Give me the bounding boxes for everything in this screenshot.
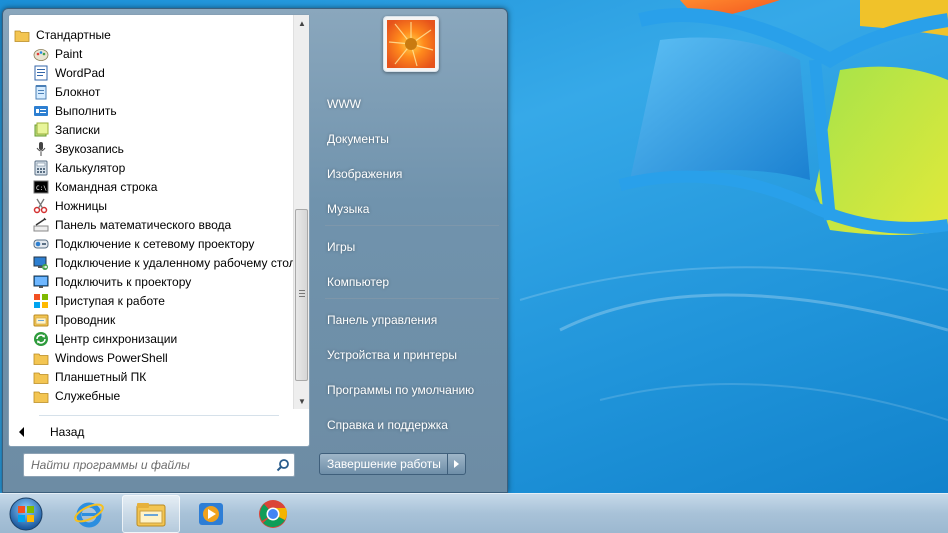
divider xyxy=(325,298,499,299)
program-item[interactable]: Подключить к проектору xyxy=(9,272,295,291)
program-item[interactable]: Блокнот xyxy=(9,82,295,101)
program-item[interactable]: Ножницы xyxy=(9,196,295,215)
shutdown-group: Завершение работы xyxy=(319,453,466,475)
start-orb-icon[interactable] xyxy=(4,494,48,533)
start-menu-link[interactable]: Справка и поддержка xyxy=(319,412,505,438)
internet-explorer-icon[interactable] xyxy=(60,495,118,533)
program-item[interactable]: Калькулятор xyxy=(9,158,295,177)
taskbar xyxy=(0,493,948,533)
media-player-icon[interactable] xyxy=(182,495,240,533)
program-label: Проводник xyxy=(55,312,116,327)
program-item[interactable]: Проводник xyxy=(9,310,295,329)
program-label: Служебные xyxy=(55,388,121,403)
program-item[interactable]: Служебные xyxy=(9,386,295,405)
program-label: Подключить к проектору xyxy=(55,274,192,289)
command-prompt-icon: C:\ xyxy=(33,179,49,195)
folder-icon xyxy=(14,27,30,43)
program-label: Выполнить xyxy=(55,103,117,118)
program-item[interactable]: Панель математического ввода xyxy=(9,215,295,234)
back-label: Назад xyxy=(50,425,85,439)
program-item[interactable]: Подключение к удаленному рабочему столу xyxy=(9,253,295,272)
program-item[interactable]: Стандартные xyxy=(9,25,295,44)
sticky-notes-icon xyxy=(33,122,49,138)
program-label: Windows PowerShell xyxy=(55,350,168,365)
scroll-down-arrow-icon[interactable]: ▼ xyxy=(294,393,310,409)
start-menu-link[interactable]: Устройства и принтеры xyxy=(319,342,505,368)
program-label: Калькулятор xyxy=(55,160,126,175)
start-menu-link[interactable]: Музыка xyxy=(319,196,505,222)
program-label: Записки xyxy=(55,122,101,137)
explorer-icon xyxy=(33,312,49,328)
program-item[interactable]: Подключение к сетевому проектору xyxy=(9,234,295,253)
program-label: Планшетный ПК xyxy=(55,369,147,384)
search-input[interactable] xyxy=(24,455,272,475)
shutdown-button[interactable]: Завершение работы xyxy=(319,453,448,475)
chrome-icon[interactable] xyxy=(244,495,302,533)
start-menu-link[interactable]: Изображения xyxy=(319,161,505,187)
program-item[interactable]: Приступая к работе xyxy=(9,291,295,310)
program-item[interactable]: Звукозапись xyxy=(9,139,295,158)
program-list: Стандартные Paint WordPad Блокнот Выполнить З… xyxy=(9,15,295,409)
folder-icon xyxy=(33,388,49,404)
program-item[interactable]: Выполнить xyxy=(9,101,295,120)
program-item[interactable]: C:\ Командная строка xyxy=(9,177,295,196)
program-label: Звукозапись xyxy=(55,141,124,156)
program-item[interactable]: Windows PowerShell xyxy=(9,348,295,367)
program-label: Приступая к работе xyxy=(55,293,165,308)
network-projector-icon xyxy=(33,236,49,252)
start-menu-link[interactable]: WWW xyxy=(319,91,505,117)
scroll-up-arrow-icon[interactable]: ▲ xyxy=(294,15,310,31)
paint-icon xyxy=(33,46,49,62)
program-label: Стандартные xyxy=(36,27,111,42)
wordpad-icon xyxy=(33,65,49,81)
program-label: Панель математического ввода xyxy=(55,217,232,232)
program-item[interactable]: Записки xyxy=(9,120,295,139)
program-label: Подключение к сетевому проектору xyxy=(55,236,255,251)
program-item[interactable]: WordPad xyxy=(9,63,295,82)
start-menu-link[interactable]: Программы по умолчанию xyxy=(319,377,505,403)
program-label: Paint xyxy=(55,46,83,61)
back-arrow-icon xyxy=(19,427,24,437)
remote-desktop-icon xyxy=(33,255,49,271)
math-input-icon xyxy=(33,217,49,233)
shutdown-options-arrow-icon[interactable] xyxy=(447,453,466,475)
calculator-icon xyxy=(33,160,49,176)
folder-icon xyxy=(33,350,49,366)
getting-started-icon xyxy=(33,293,49,309)
program-item[interactable]: Планшетный ПК xyxy=(9,367,295,386)
scissors-icon xyxy=(33,198,49,214)
program-label: Блокнот xyxy=(55,84,101,99)
divider xyxy=(325,225,499,226)
start-menu-link[interactable]: Документы xyxy=(319,126,505,152)
program-label: WordPad xyxy=(55,65,105,80)
microphone-icon xyxy=(33,141,49,157)
start-menu-link[interactable]: Компьютер xyxy=(319,269,505,295)
user-picture[interactable] xyxy=(383,16,439,72)
program-item[interactable]: Paint xyxy=(9,44,295,63)
program-label: Командная строка xyxy=(55,179,158,194)
start-menu-link[interactable]: Игры xyxy=(319,234,505,260)
windows-explorer-icon[interactable] xyxy=(122,495,180,533)
programs-pane: Стандартные Paint WordPad Блокнот Выполнить З… xyxy=(8,14,310,447)
start-menu-link[interactable]: Панель управления xyxy=(319,307,505,333)
notepad-icon xyxy=(33,84,49,100)
folder-icon xyxy=(33,369,49,385)
sync-center-icon xyxy=(33,331,49,347)
search-box[interactable] xyxy=(23,453,295,477)
back-button[interactable]: Назад xyxy=(19,422,84,442)
program-label: Центр синхронизации xyxy=(55,331,178,346)
start-menu: Стандартные Paint WordPad Блокнот Выполнить З… xyxy=(2,8,508,493)
divider xyxy=(39,415,279,416)
projector-icon xyxy=(33,274,49,290)
program-label: Подключение к удаленному рабочему столу xyxy=(55,255,295,270)
search-icon[interactable] xyxy=(272,455,294,475)
run-icon xyxy=(33,103,49,119)
scrollbar[interactable]: ▲ ▼ xyxy=(293,15,309,409)
program-label: Ножницы xyxy=(55,198,108,213)
scroll-thumb[interactable] xyxy=(295,209,308,381)
svg-text:C:\: C:\ xyxy=(36,185,47,192)
program-item[interactable]: Центр синхронизации xyxy=(9,329,295,348)
